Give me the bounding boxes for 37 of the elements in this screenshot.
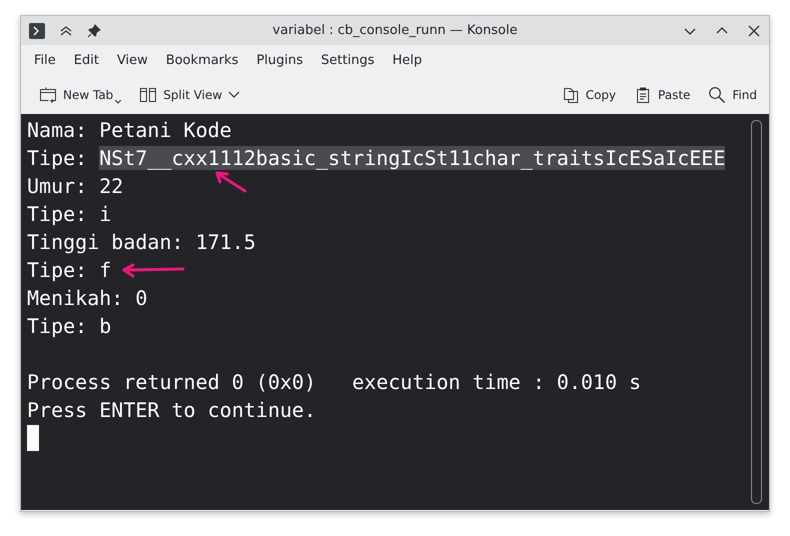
copy-icon bbox=[562, 86, 580, 104]
terminal-text: Tipe: b bbox=[27, 314, 112, 338]
toolbar-button[interactable]: Paste bbox=[630, 80, 694, 110]
keep-above-icon[interactable] bbox=[59, 24, 73, 38]
toolbar-button[interactable]: Find bbox=[704, 80, 761, 110]
terminal-text: Umur: 22 bbox=[27, 174, 124, 198]
toolbar-button[interactable]: Copy bbox=[558, 80, 620, 110]
menu-item[interactable]: Plugins bbox=[247, 51, 312, 70]
terminal-text: Press ENTER to continue. bbox=[27, 398, 316, 422]
terminal-area[interactable] bbox=[21, 114, 769, 510]
scrollbar[interactable] bbox=[751, 120, 762, 504]
text-cursor bbox=[27, 425, 39, 451]
terminal-text: Tipe: i bbox=[27, 202, 112, 226]
menu-item[interactable]: File bbox=[25, 51, 65, 70]
window-title: variabel : cb_console_runn — Konsole bbox=[272, 23, 518, 38]
terminal-text: Tipe: f bbox=[27, 258, 112, 282]
pin-icon[interactable] bbox=[87, 24, 101, 38]
terminal-icon bbox=[29, 22, 45, 38]
split-view-icon bbox=[139, 86, 158, 104]
caret-icon bbox=[115, 100, 122, 104]
menu-item[interactable]: Bookmarks bbox=[156, 51, 248, 70]
close-icon[interactable] bbox=[747, 24, 761, 38]
terminal-text: Nama: Petani Kode bbox=[27, 118, 232, 142]
menu-item[interactable]: Settings bbox=[312, 51, 384, 70]
terminal-text: Tinggi badan: 171.5 bbox=[27, 230, 256, 254]
caret-icon bbox=[228, 91, 240, 99]
toolbar-button[interactable]: Split View bbox=[135, 80, 244, 110]
new-tab-icon bbox=[39, 86, 57, 104]
menu-item[interactable]: Edit bbox=[64, 51, 108, 70]
menu-item[interactable]: Help bbox=[383, 51, 431, 70]
terminal-text: Menikah: 0 bbox=[27, 286, 148, 310]
menu-item[interactable]: View bbox=[108, 51, 157, 70]
selected-text: NSt7__cxx1112basic_stringIcSt11char_traitsIcESaIcEEE bbox=[99, 146, 726, 170]
toolbar-button[interactable]: New Tab bbox=[35, 80, 126, 110]
search-icon bbox=[708, 86, 726, 104]
terminal-text: Process returned 0 (0x0) execution time : 0.010 s bbox=[27, 370, 642, 394]
terminal-text: Tipe: bbox=[27, 146, 88, 170]
